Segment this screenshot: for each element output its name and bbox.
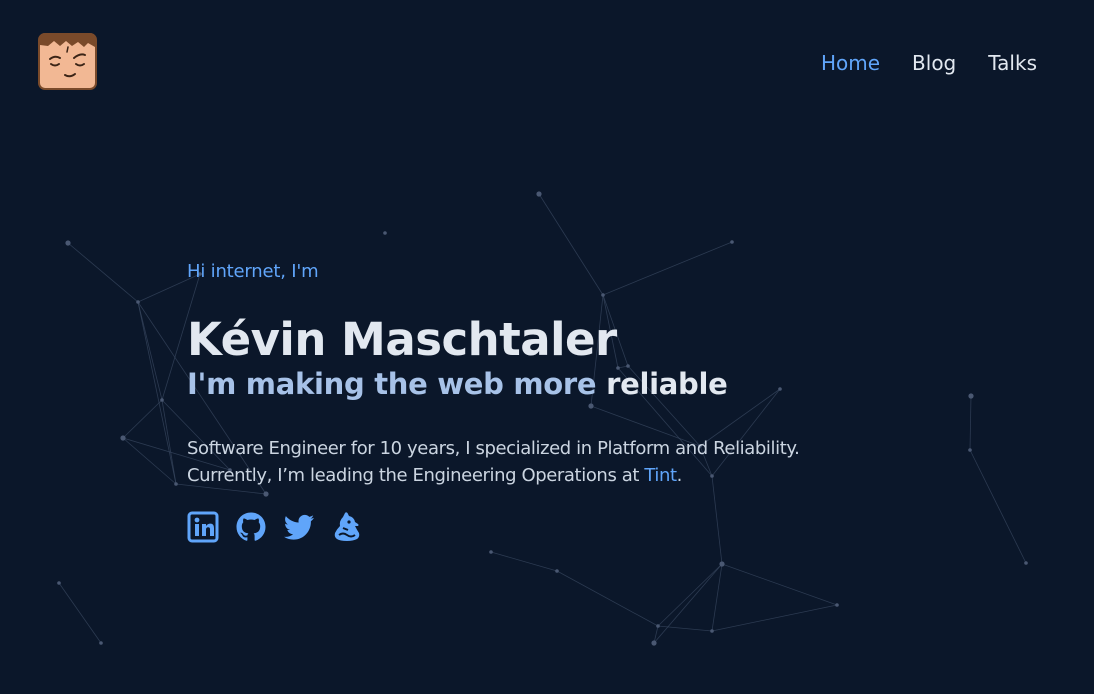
network-node — [656, 624, 660, 628]
network-node — [383, 231, 387, 235]
network-link — [137, 301, 177, 485]
network-node — [489, 550, 493, 554]
network-link — [122, 399, 163, 439]
avatar-logo[interactable] — [38, 31, 97, 90]
network-node — [1024, 561, 1028, 565]
tagline-prefix: I'm making the web more — [187, 367, 597, 401]
tagline: I'm making the web more reliable — [187, 366, 887, 402]
network-node — [99, 641, 103, 645]
bio-text: Software Engineer for 10 years, I specia… — [187, 435, 887, 489]
nav-home-link[interactable]: Home — [821, 50, 880, 76]
network-link — [490, 551, 558, 572]
network-link — [58, 582, 102, 644]
network-node — [65, 240, 71, 246]
bio-line-2-suffix: . — [676, 465, 683, 486]
network-node — [57, 581, 61, 585]
network-node — [968, 448, 972, 452]
network-node — [968, 393, 974, 399]
network-node — [710, 629, 714, 633]
network-link — [137, 301, 163, 401]
network-node — [174, 482, 178, 486]
network-node — [120, 435, 126, 441]
company-link[interactable]: Tint — [644, 465, 677, 486]
mastodon-link[interactable] — [331, 511, 363, 543]
network-node — [136, 300, 140, 304]
nav-blog-link[interactable]: Blog — [912, 50, 956, 76]
hero-section: Hi internet, I'm Kévin Maschtaler I'm ma… — [187, 260, 887, 543]
main-nav: Home Blog Talks — [821, 50, 1037, 76]
twitter-link[interactable] — [283, 511, 315, 543]
avatar-face-icon — [38, 33, 97, 90]
network-node — [730, 240, 734, 244]
network-link — [556, 570, 659, 627]
network-link — [657, 563, 723, 627]
page: Home Blog Talks Hi internet, I'm Kévin M… — [0, 0, 1094, 694]
network-node — [536, 191, 542, 197]
social-links — [187, 511, 887, 543]
mastodon-icon — [334, 512, 360, 541]
network-link — [67, 242, 139, 303]
network-link — [711, 604, 838, 632]
network-node — [160, 398, 164, 402]
linkedin-icon — [187, 511, 219, 543]
twitter-icon — [283, 514, 314, 540]
linkedin-link[interactable] — [187, 511, 219, 543]
network-node — [835, 603, 839, 607]
network-link — [721, 563, 838, 606]
bio-line-2-prefix: Currently, I’m leading the Engineering O… — [187, 465, 640, 486]
network-link — [969, 395, 972, 451]
bio-line-1: Software Engineer for 10 years, I specia… — [187, 438, 800, 459]
tagline-highlight: reliable — [606, 367, 728, 401]
network-node — [555, 569, 559, 573]
github-link[interactable] — [235, 511, 267, 543]
network-node — [651, 640, 657, 646]
github-icon — [236, 512, 266, 541]
page-title: Kévin Maschtaler — [187, 313, 617, 366]
greeting-text: Hi internet, I'm — [187, 261, 319, 282]
nav-talks-link[interactable]: Talks — [988, 50, 1037, 76]
network-link — [969, 449, 1027, 564]
network-node — [719, 561, 725, 567]
